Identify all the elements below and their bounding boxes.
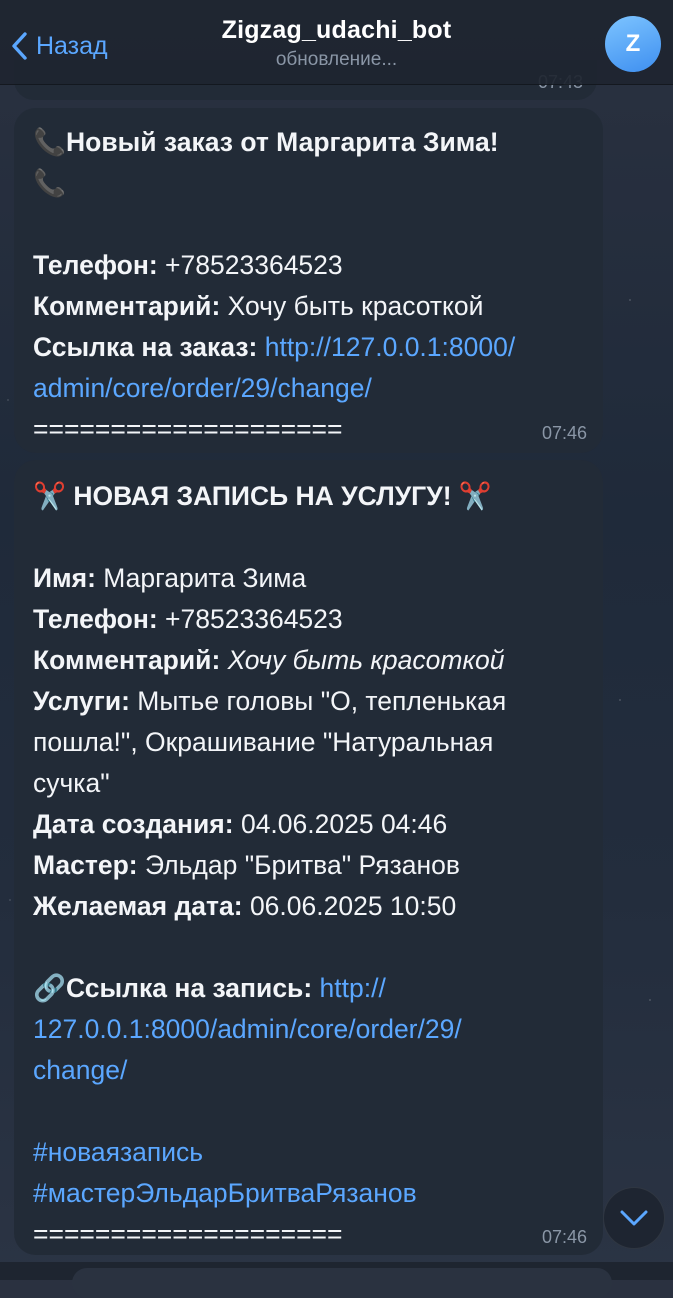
title-emoji-tail: 📞 bbox=[33, 168, 66, 198]
chevron-down-icon bbox=[620, 1210, 648, 1226]
order-link[interactable]: http://127.0.0.1:8000/ bbox=[257, 332, 516, 362]
message-title: 📞Новый заказ от Маргарита Зима! bbox=[33, 127, 499, 157]
separator: ==================== bbox=[33, 414, 343, 444]
hashtag-master[interactable]: #мастерЭльдарБритваРязанов bbox=[33, 1173, 585, 1214]
desired-date-row: Желаемая дата: 06.06.2025 10:50 bbox=[33, 891, 457, 921]
message-time: 07:46 bbox=[541, 1227, 587, 1247]
order-link-row: Ссылка на заказ: http://127.0.0.1:8000/ bbox=[33, 332, 516, 362]
comment-row: Комментарий: Хочу быть красоткой bbox=[33, 291, 484, 321]
message-bubble-order[interactable]: 📞Новый заказ от Маргарита Зима! 📞 Телефо… bbox=[14, 108, 603, 453]
master-row: Мастер: Эльдар "Бритва" Рязанов bbox=[33, 850, 460, 880]
message-bubble-booking[interactable]: ✂️ НОВАЯ ЗАПИСЬ НА УСЛУГУ! ✂️ Имя: Марга… bbox=[14, 460, 603, 1255]
message-input[interactable] bbox=[72, 1268, 612, 1298]
chat-status: обновление... bbox=[275, 49, 398, 70]
services-row-continued: пошла!", Окрашивание "Натуральная bbox=[33, 727, 494, 757]
phone-row: Телефон: +78523364523 bbox=[33, 250, 343, 280]
booking-link-continued[interactable]: 127.0.0.1:8000/admin/core/order/29/ bbox=[33, 1009, 585, 1050]
hashtag-new-booking[interactable]: #новаязапись bbox=[33, 1132, 585, 1173]
message-title: ✂️ НОВАЯ ЗАПИСЬ НА УСЛУГУ! ✂️ bbox=[33, 481, 492, 511]
created-row: Дата создания: 04.06.2025 04:46 bbox=[33, 809, 448, 839]
separator: ==================== bbox=[33, 1219, 343, 1249]
scroll-down-button[interactable] bbox=[603, 1187, 665, 1249]
chat-header: Назад Zigzag_udachi_bot обновление... Z bbox=[0, 0, 673, 85]
avatar-letter: Z bbox=[625, 30, 641, 57]
booking-link-continued[interactable]: change/ bbox=[33, 1050, 585, 1091]
name-row: Имя: Маргарита Зима bbox=[33, 563, 307, 593]
chat-title: Zigzag_udachi_bot bbox=[221, 16, 452, 44]
services-row: Услуги: Мытье головы "О, тепленькая bbox=[33, 686, 507, 716]
chat-title-area[interactable]: Zigzag_udachi_bot обновление... bbox=[0, 16, 673, 71]
avatar[interactable]: Z bbox=[605, 16, 661, 72]
input-bar bbox=[0, 1262, 673, 1298]
booking-link-row: 🔗Ссылка на запись: http:// bbox=[33, 973, 386, 1003]
booking-link[interactable]: http:// bbox=[312, 973, 386, 1003]
comment-row: Комментарий: Хочу быть красоткой bbox=[33, 645, 505, 675]
order-link-continued[interactable]: admin/core/order/29/change/ bbox=[33, 368, 585, 409]
services-row-continued: сучка" bbox=[33, 768, 110, 798]
message-time: 07:46 bbox=[541, 423, 587, 443]
phone-row: Телефон: +78523364523 bbox=[33, 604, 343, 634]
